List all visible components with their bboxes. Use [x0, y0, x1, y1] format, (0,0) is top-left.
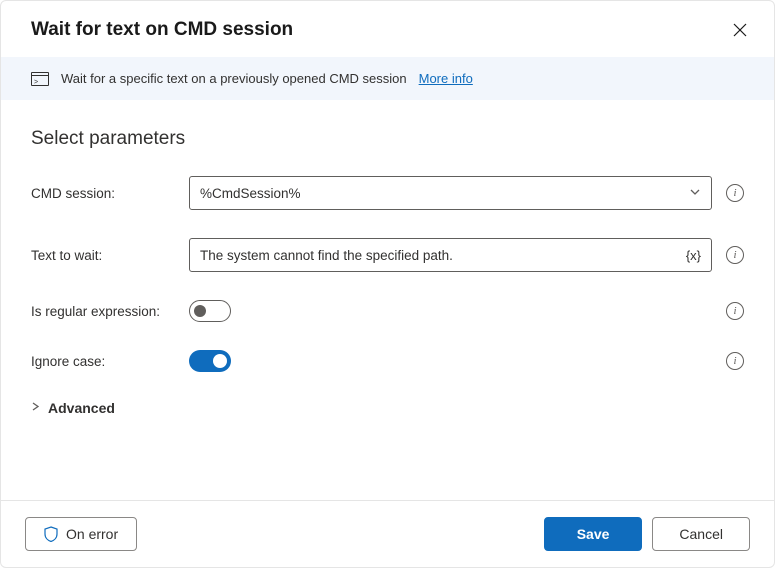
label-text-to-wait: Text to wait:	[31, 248, 189, 263]
text-to-wait-input[interactable]	[200, 248, 678, 263]
info-banner: Wait for a specific text on a previously…	[1, 57, 774, 100]
label-is-regex: Is regular expression:	[31, 304, 189, 319]
cmd-icon	[31, 72, 49, 86]
section-title: Select parameters	[31, 128, 744, 150]
chevron-down-icon	[689, 186, 701, 201]
cmd-session-select[interactable]: %CmdSession%	[189, 176, 712, 210]
info-icon-cmd-session[interactable]: i	[726, 184, 744, 202]
label-ignore-case: Ignore case:	[31, 354, 189, 369]
row-text-to-wait: Text to wait: {x} i	[31, 238, 744, 272]
more-info-link[interactable]: More info	[419, 71, 473, 86]
variable-picker-button[interactable]: {x}	[686, 248, 701, 263]
save-label: Save	[577, 526, 610, 542]
info-icon-ignore-case[interactable]: i	[726, 352, 744, 370]
dialog-footer: On error Save Cancel	[1, 500, 774, 567]
save-button[interactable]: Save	[544, 517, 643, 551]
banner-text: Wait for a specific text on a previously…	[61, 71, 407, 86]
dialog-header: Wait for text on CMD session	[1, 1, 774, 57]
chevron-right-icon	[31, 402, 40, 414]
close-button[interactable]	[730, 20, 750, 40]
shield-icon	[44, 526, 58, 542]
advanced-toggle[interactable]: Advanced	[31, 400, 744, 416]
is-regex-toggle[interactable]	[189, 300, 231, 322]
cmd-session-value: %CmdSession%	[200, 186, 301, 201]
info-icon-is-regex[interactable]: i	[726, 302, 744, 320]
row-cmd-session: CMD session: %CmdSession% i	[31, 176, 744, 210]
row-ignore-case: Ignore case: i	[31, 350, 744, 372]
cancel-button[interactable]: Cancel	[652, 517, 750, 551]
on-error-label: On error	[66, 526, 118, 542]
content-area: Select parameters CMD session: %CmdSessi…	[1, 100, 774, 500]
info-icon-text-to-wait[interactable]: i	[726, 246, 744, 264]
close-icon	[733, 23, 747, 37]
text-to-wait-field[interactable]: {x}	[189, 238, 712, 272]
advanced-label: Advanced	[48, 400, 115, 416]
row-is-regex: Is regular expression: i	[31, 300, 744, 322]
on-error-button[interactable]: On error	[25, 517, 137, 551]
label-cmd-session: CMD session:	[31, 186, 189, 201]
cancel-label: Cancel	[679, 526, 723, 542]
ignore-case-toggle[interactable]	[189, 350, 231, 372]
dialog-title: Wait for text on CMD session	[31, 19, 293, 41]
